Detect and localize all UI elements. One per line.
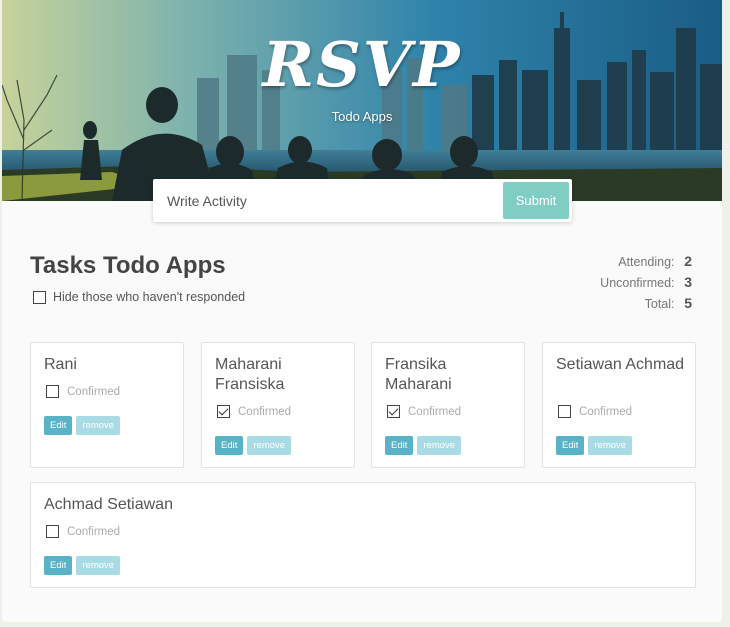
confirmed-checkbox[interactable]	[46, 525, 59, 538]
edit-button[interactable]: Edit	[385, 436, 414, 455]
guest-name: Fransika Maharani	[385, 356, 452, 393]
app-subtitle: Todo Apps	[331, 109, 393, 124]
guest-name: Rani	[44, 356, 77, 373]
guest-name: Maharani Fransiska	[215, 356, 285, 393]
confirmed-toggle[interactable]: Confirmed	[558, 405, 632, 418]
remove-button[interactable]: remove	[247, 436, 292, 455]
confirmed-label: Confirmed	[67, 525, 121, 538]
attending-label: Attending:	[618, 255, 675, 269]
guest-name: Achmad Setiawan	[44, 496, 173, 513]
guest-list: Rani Confirmed Edit remove Maharani Fran…	[30, 342, 696, 592]
edit-button[interactable]: Edit	[556, 436, 585, 455]
unconfirmed-label: Unconfirmed:	[600, 276, 675, 290]
guest-card: Achmad Setiawan Confirmed Edit remove	[30, 482, 696, 588]
confirmed-toggle[interactable]: Confirmed	[46, 385, 120, 398]
activity-input[interactable]	[153, 179, 501, 222]
edit-button[interactable]: Edit	[44, 416, 73, 435]
confirmed-label: Confirmed	[579, 405, 633, 418]
confirmed-toggle[interactable]: Confirmed	[217, 405, 291, 418]
remove-button[interactable]: remove	[417, 436, 462, 455]
guest-name: Setiawan Achmad	[556, 356, 685, 373]
confirmed-label: Confirmed	[408, 405, 462, 418]
guest-card: Rani Confirmed Edit remove	[30, 342, 184, 468]
invite-form: Submit	[153, 179, 572, 222]
confirmed-checkbox[interactable]	[387, 405, 400, 418]
total-count: 5	[684, 295, 692, 311]
submit-button[interactable]: Submit	[503, 182, 569, 219]
hide-unresponded-label: Hide those who haven't responded	[53, 290, 246, 304]
confirmed-toggle[interactable]: Confirmed	[387, 405, 461, 418]
remove-button[interactable]: remove	[588, 436, 633, 455]
attending-count: 2	[684, 253, 692, 269]
edit-button[interactable]: Edit	[215, 436, 244, 455]
confirmed-label: Confirmed	[67, 385, 121, 398]
remove-button[interactable]: remove	[76, 556, 121, 575]
hide-unresponded-checkbox[interactable]	[33, 290, 46, 304]
confirmed-checkbox[interactable]	[46, 385, 59, 398]
edit-button[interactable]: Edit	[44, 556, 73, 575]
guest-card: Maharani Fransiska Confirmed Edit remove	[201, 342, 355, 468]
remove-button[interactable]: remove	[76, 416, 121, 435]
confirmed-toggle[interactable]: Confirmed	[46, 525, 120, 538]
total-label: Total:	[644, 297, 675, 311]
rsvp-counter: Attending: 2 Unconfirmed: 3 Total: 5	[600, 253, 692, 316]
confirmed-checkbox[interactable]	[558, 405, 571, 418]
confirmed-checkbox[interactable]	[217, 405, 230, 418]
hide-unresponded-toggle[interactable]: Hide those who haven't responded	[33, 290, 245, 304]
page-title: Tasks Todo Apps	[30, 252, 226, 279]
unconfirmed-count: 3	[684, 274, 692, 290]
app-container: RSVP Todo Apps Submit Tasks Todo Apps Hi…	[2, 0, 722, 622]
guest-card: Fransika Maharani Confirmed Edit remove	[371, 342, 525, 468]
confirmed-label: Confirmed	[238, 405, 292, 418]
rsvp-logo: RSVP	[262, 28, 462, 101]
guest-card: Setiawan Achmad Confirmed Edit remove	[542, 342, 696, 468]
header-banner: RSVP Todo Apps	[2, 0, 722, 201]
